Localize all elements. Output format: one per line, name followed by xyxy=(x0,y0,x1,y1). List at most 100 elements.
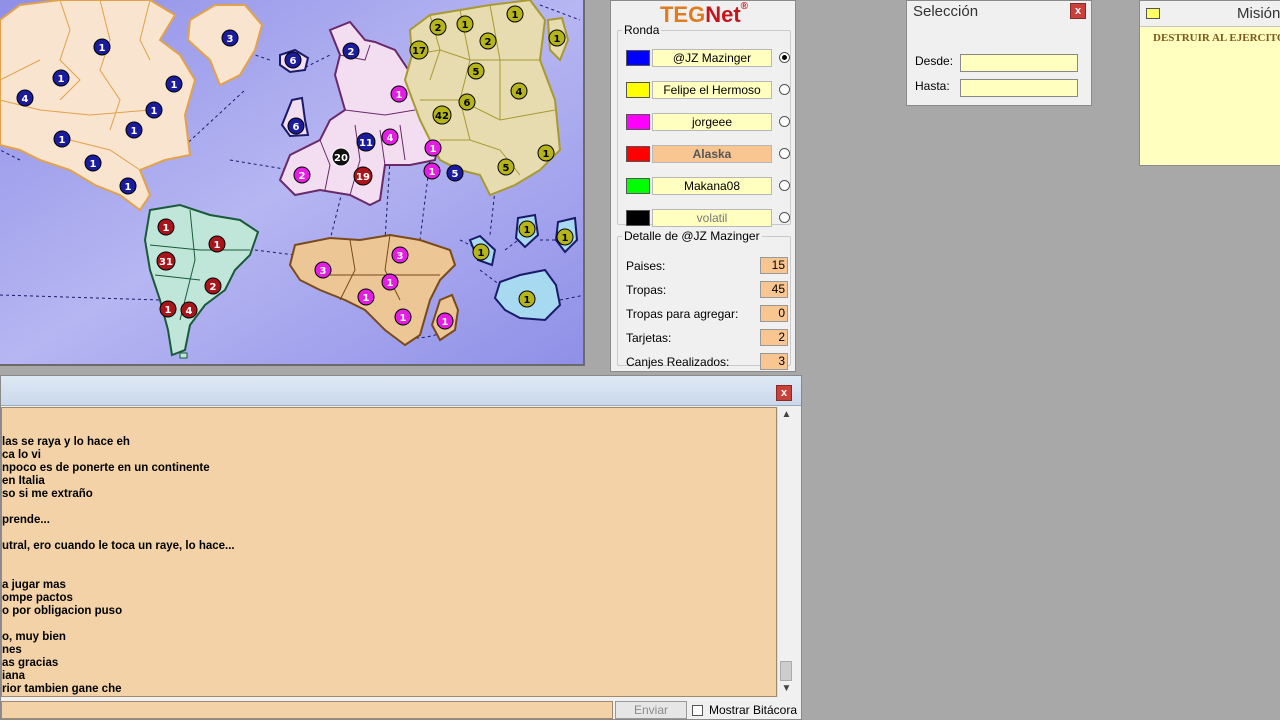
army-marker[interactable]: 1 xyxy=(390,85,408,103)
army-marker[interactable]: 5 xyxy=(497,158,515,176)
army-marker[interactable]: 4 xyxy=(16,89,34,107)
army-marker[interactable]: 6 xyxy=(287,117,305,135)
army-count: 1 xyxy=(429,167,436,178)
territory-falklands[interactable] xyxy=(179,352,188,359)
army-marker[interactable]: 1 xyxy=(423,162,441,180)
army-marker[interactable]: 1 xyxy=(157,218,175,236)
scroll-down-icon[interactable]: ▼ xyxy=(778,681,795,697)
chat-log[interactable]: las se raya y lo hace eh ca lo vi npoco es… xyxy=(1,407,777,697)
army-marker[interactable]: 1 xyxy=(381,273,399,291)
army-marker[interactable]: 2 xyxy=(293,166,311,184)
player-row[interactable]: volatil xyxy=(626,209,790,227)
bitacora-checkbox[interactable] xyxy=(692,705,703,716)
player-row[interactable]: Makana08 xyxy=(626,177,790,195)
chat-scrollbar[interactable]: ▲ ▼ xyxy=(777,407,794,697)
army-marker[interactable]: 1 xyxy=(159,300,177,318)
army-marker[interactable]: 1 xyxy=(518,290,536,308)
stat-row: Canjes Realizados: 3 xyxy=(626,353,788,371)
army-marker[interactable]: 17 xyxy=(409,40,429,60)
army-marker[interactable]: 1 xyxy=(506,5,524,23)
scroll-up-icon[interactable]: ▲ xyxy=(778,407,795,423)
army-count: 4 xyxy=(516,87,523,98)
player-radio[interactable] xyxy=(779,52,790,63)
army-marker[interactable]: 2 xyxy=(429,18,447,36)
army-marker[interactable]: 1 xyxy=(436,312,454,330)
army-marker[interactable]: 1 xyxy=(84,154,102,172)
game-map[interactable]: 3 1 1 4 1 1 1 1 1 1 6 6 2 11 5 1 1 31 2 1 4 19 20 1 4 1 2 1 3 3 1 1 1 1 2 1… xyxy=(0,0,585,366)
army-marker[interactable]: 1 xyxy=(93,38,111,56)
player-radio[interactable] xyxy=(779,180,790,191)
army-count: 5 xyxy=(452,169,459,180)
army-marker[interactable]: 20 xyxy=(331,147,351,167)
army-marker[interactable]: 31 xyxy=(156,251,176,271)
player-row[interactable]: jorgeee xyxy=(626,113,790,131)
player-radio[interactable] xyxy=(779,212,790,223)
army-count: 1 xyxy=(214,240,221,251)
army-count: 1 xyxy=(554,34,561,45)
army-marker[interactable]: 1 xyxy=(125,121,143,139)
player-radio[interactable] xyxy=(779,116,790,127)
chat-message-input[interactable] xyxy=(1,701,613,719)
hasta-field[interactable] xyxy=(960,79,1078,97)
army-marker[interactable]: 3 xyxy=(314,261,332,279)
army-marker[interactable]: 5 xyxy=(467,62,485,80)
army-marker[interactable]: 1 xyxy=(456,15,474,33)
army-marker[interactable]: 1 xyxy=(208,235,226,253)
army-marker[interactable]: 2 xyxy=(479,32,497,50)
army-marker[interactable]: 1 xyxy=(394,308,412,326)
stat-label: Tropas para agregar: xyxy=(626,307,739,321)
chat-line: ompe pactos xyxy=(2,592,73,604)
chat-close-button[interactable]: x xyxy=(776,385,792,401)
chat-line: las se raya y lo hace eh xyxy=(2,436,130,448)
player-color-swatch xyxy=(626,114,650,130)
army-marker[interactable]: 1 xyxy=(548,29,566,47)
army-marker[interactable]: 1 xyxy=(424,139,442,157)
desde-field[interactable] xyxy=(960,54,1078,72)
army-marker[interactable]: 1 xyxy=(357,288,375,306)
army-marker[interactable]: 1 xyxy=(518,220,536,238)
player-radio[interactable] xyxy=(779,84,790,95)
player-row[interactable]: @JZ Mazinger xyxy=(626,49,790,67)
seleccion-close-button[interactable]: x xyxy=(1070,3,1086,19)
chat-line: en Italia xyxy=(2,475,45,487)
stat-label: Tropas: xyxy=(626,283,667,297)
stat-label: Canjes Realizados: xyxy=(626,355,730,369)
mission-card-icon xyxy=(1146,8,1160,19)
army-marker[interactable]: 3 xyxy=(391,246,409,264)
army-marker[interactable]: 6 xyxy=(458,93,476,111)
army-marker[interactable]: 1 xyxy=(53,130,71,148)
army-marker[interactable]: 3 xyxy=(221,29,239,47)
army-marker[interactable]: 5 xyxy=(446,164,464,182)
army-marker[interactable]: 4 xyxy=(180,301,198,319)
detalle-label: Detalle de @JZ Mazinger xyxy=(624,229,760,243)
stat-label: Tarjetas: xyxy=(626,331,672,345)
army-count: 1 xyxy=(430,144,437,155)
army-marker[interactable]: 4 xyxy=(510,82,528,100)
send-button[interactable]: Enviar xyxy=(615,701,687,719)
army-marker[interactable]: 2 xyxy=(342,42,360,60)
army-count: 1 xyxy=(396,90,403,101)
army-marker[interactable]: 1 xyxy=(165,75,183,93)
player-row[interactable]: Alaska xyxy=(626,145,790,163)
army-marker[interactable]: 19 xyxy=(353,166,373,186)
chat-line: o, muy bien xyxy=(2,631,66,643)
chat-titlebar[interactable] xyxy=(1,376,801,406)
army-marker[interactable]: 1 xyxy=(556,228,574,246)
player-row[interactable]: Felipe el Hermoso xyxy=(626,81,790,99)
army-marker[interactable]: 2 xyxy=(204,277,222,295)
army-marker[interactable]: 42 xyxy=(432,105,452,125)
army-count: 1 xyxy=(151,106,158,117)
army-marker[interactable]: 1 xyxy=(472,243,490,261)
army-marker[interactable]: 1 xyxy=(145,101,163,119)
chat-line: utral, ero cuando le toca un raye, lo ha… xyxy=(2,540,235,552)
army-marker[interactable]: 1 xyxy=(537,144,555,162)
army-marker[interactable]: 4 xyxy=(381,128,399,146)
army-marker[interactable]: 1 xyxy=(52,69,70,87)
tegnet-logo: TEGNet® xyxy=(611,1,797,27)
player-radio[interactable] xyxy=(779,148,790,159)
army-marker[interactable]: 11 xyxy=(356,132,376,152)
scroll-thumb[interactable] xyxy=(780,661,792,681)
army-marker[interactable]: 6 xyxy=(284,51,302,69)
army-marker[interactable]: 1 xyxy=(119,177,137,195)
world-map[interactable]: 3114111111662115113121 419201412 133111 12 1… xyxy=(0,0,585,366)
